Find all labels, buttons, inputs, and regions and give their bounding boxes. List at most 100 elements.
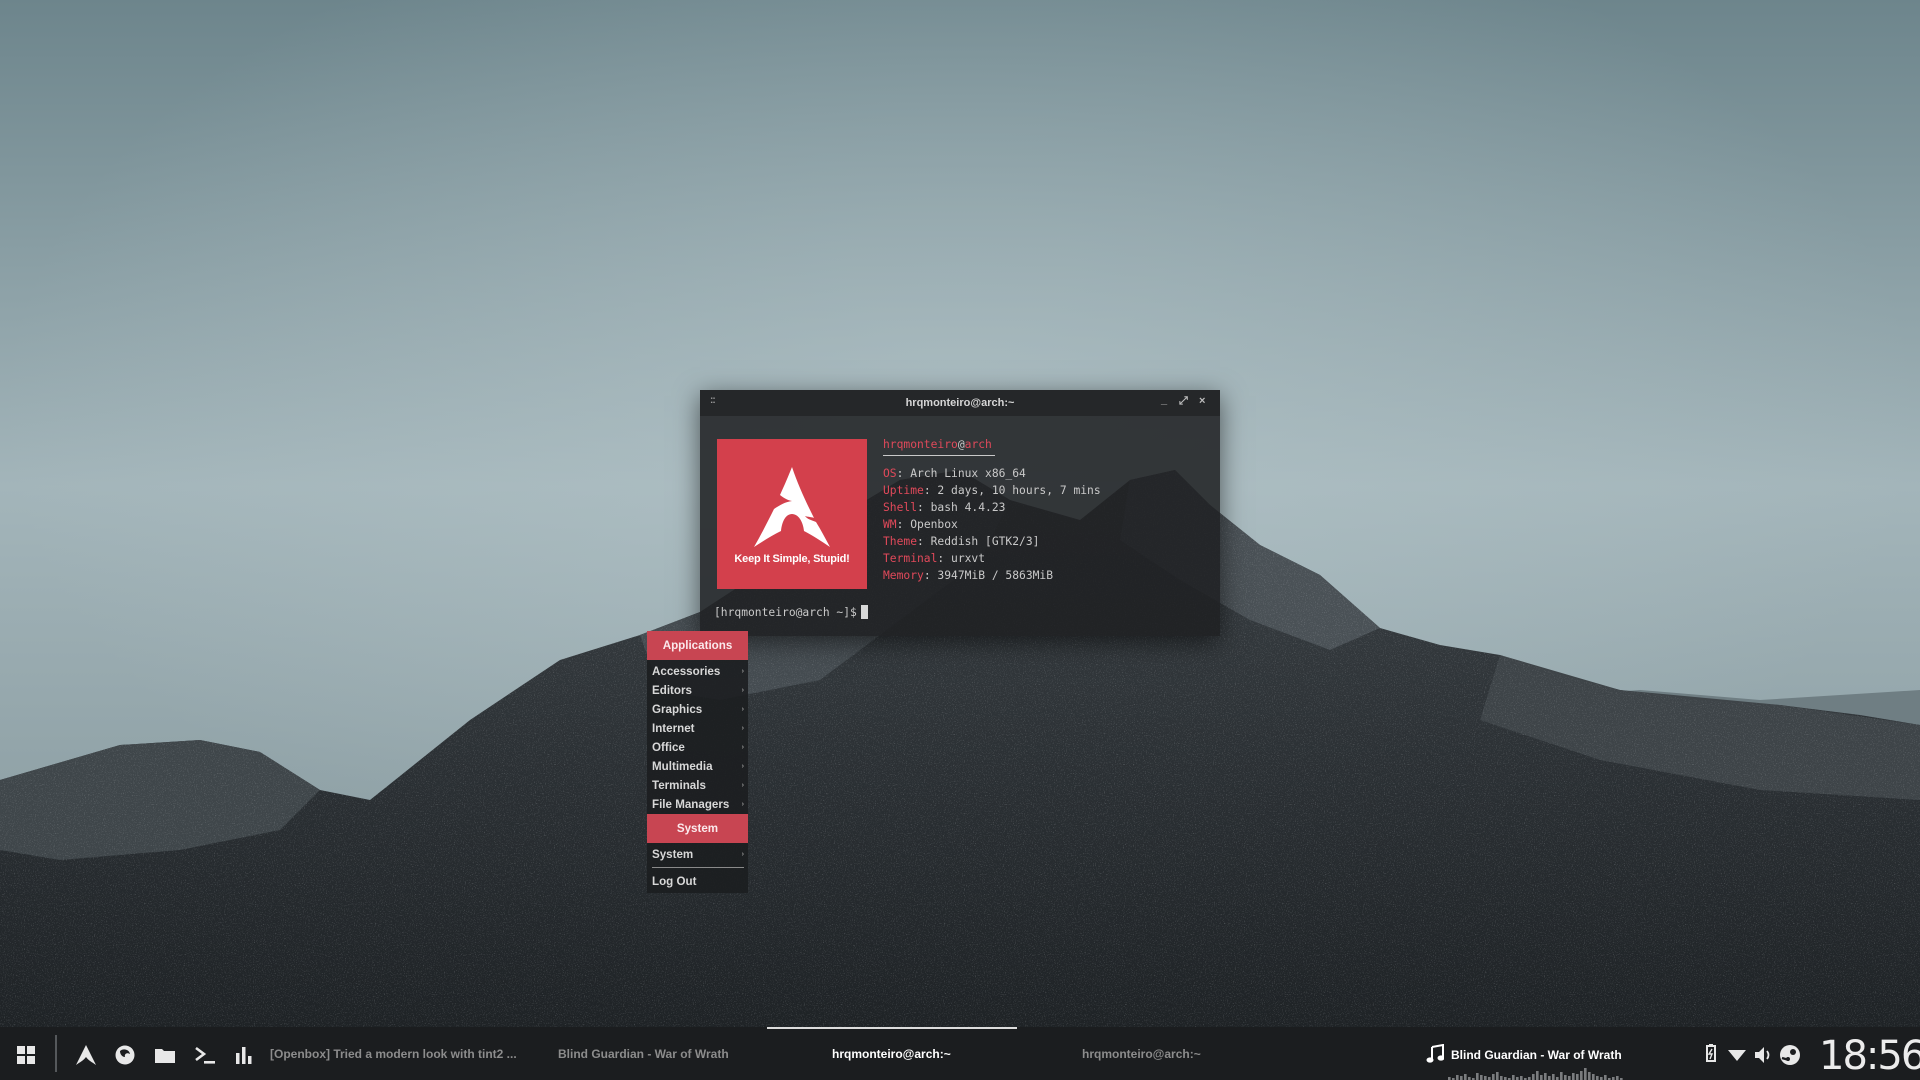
info-row-memory: Memory: 3947MiB / 5863MiB (883, 567, 1101, 584)
menu-item-log-out[interactable]: Log Out (652, 872, 748, 891)
visualizer-bar (1572, 1073, 1575, 1080)
info-value: : Reddish [GTK2/3] (917, 535, 1040, 548)
menu-item-label: Office (652, 741, 685, 754)
visualizer-bar (1456, 1075, 1459, 1080)
music-note-icon (1426, 1044, 1444, 1063)
info-value: : bash 4.4.23 (917, 501, 1006, 514)
submenu-arrow-icon: › (741, 706, 744, 713)
folder-icon[interactable] (154, 1044, 176, 1066)
submenu-arrow-icon: › (741, 763, 744, 770)
menu-item-office[interactable]: Office › (652, 738, 748, 757)
submenu-arrow-icon: › (741, 668, 744, 675)
menu-item-label: Editors (652, 684, 692, 697)
now-playing-label[interactable]: Blind Guardian - War of Wrath (1451, 1048, 1622, 1062)
menu-item-editors[interactable]: Editors › (652, 681, 748, 700)
visualizer-bar (1604, 1075, 1607, 1080)
visualizer-bar (1476, 1073, 1479, 1080)
arch-logo-icon (754, 467, 830, 547)
info-row-shell: Shell: bash 4.4.23 (883, 499, 1101, 516)
submenu-arrow-icon: › (741, 725, 744, 732)
task-reddit-post[interactable]: [Openbox] Tried a modern look with tint2… (270, 1047, 517, 1061)
visualizer-bar (1520, 1076, 1523, 1080)
submenu-arrow-icon: › (741, 851, 744, 858)
logo-slogan: Keep It Simple, Stupid! (734, 553, 850, 565)
window-title: hrqmonteiro@arch:~ (905, 397, 1015, 409)
menu-item-accessories[interactable]: Accessories › (652, 662, 748, 681)
visualizer-bar (1580, 1071, 1583, 1080)
volume-icon[interactable] (1753, 1044, 1773, 1066)
info-row-wm: WM: Openbox (883, 516, 1101, 533)
info-row-theme: Theme: Reddish [GTK2/3] (883, 533, 1101, 550)
menu-item-system[interactable]: System › (652, 845, 748, 864)
visualizer-bar (1564, 1075, 1567, 1080)
visualizer-bar (1544, 1073, 1547, 1080)
menu-item-label: System (652, 848, 694, 861)
menu-item-label: File Managers (652, 798, 730, 811)
menu-header-system: System (647, 814, 748, 843)
battery-icon[interactable] (1703, 1043, 1719, 1065)
submenu-arrow-icon: › (741, 801, 744, 808)
visualizer-bar (1616, 1076, 1619, 1080)
info-key: Shell (883, 501, 918, 514)
visualizer-bar (1492, 1074, 1495, 1080)
visualizer-bar (1588, 1072, 1591, 1080)
terminal-icon[interactable] (194, 1044, 216, 1066)
task-terminal[interactable]: hrqmonteiro@arch:~ (1082, 1047, 1201, 1061)
stats-icon[interactable] (233, 1044, 255, 1066)
steam-icon[interactable] (1779, 1044, 1801, 1066)
apps-grid-icon[interactable] (15, 1044, 37, 1066)
info-key: Theme (883, 535, 918, 548)
visualizer-bar (1532, 1074, 1535, 1080)
terminal-window[interactable]: :: hrqmonteiro@arch:~ _ ⤢ × Keep It Simp… (700, 390, 1220, 636)
task-music-player[interactable]: Blind Guardian - War of Wrath (558, 1047, 729, 1061)
visualizer-bar (1576, 1074, 1579, 1080)
menu-item-terminals[interactable]: Terminals › (652, 776, 748, 795)
divider (883, 455, 995, 456)
menu-item-label: Internet (652, 722, 695, 735)
visualizer-bar (1568, 1076, 1571, 1080)
username: hrqmonteiro (883, 438, 958, 451)
user-host-line: hrqmonteiro@arch (883, 436, 1101, 453)
visualizer-bar (1460, 1076, 1463, 1080)
visualizer-bar (1480, 1075, 1483, 1080)
visualizer-bar (1500, 1076, 1503, 1080)
task-terminal-active[interactable]: hrqmonteiro@arch:~ (832, 1047, 951, 1061)
minimize-button[interactable]: _ (1161, 394, 1167, 406)
arch-logo-image: Keep It Simple, Stupid! (717, 439, 867, 589)
menu-item-label: Accessories (652, 665, 721, 678)
info-key: OS (883, 467, 897, 480)
info-key: Memory (883, 569, 924, 582)
visualizer-bar (1560, 1072, 1563, 1080)
prompt-text: [hrqmonteiro@arch ~]$ (714, 606, 857, 619)
firefox-icon[interactable] (114, 1044, 136, 1066)
openbox-root-menu[interactable]: Applications Accessories › Editors › Graph… (647, 631, 748, 893)
menu-header-applications: Applications (647, 631, 748, 660)
info-value: : 3947MiB / 5863MiB (923, 569, 1054, 582)
visualizer-bar (1548, 1076, 1551, 1080)
menu-item-graphics[interactable]: Graphics › (652, 700, 748, 719)
menu-item-file-managers[interactable]: File Managers › (652, 795, 748, 814)
visualizer-bar (1552, 1074, 1555, 1080)
menu-item-multimedia[interactable]: Multimedia › (652, 757, 748, 776)
visualizer-bar (1592, 1074, 1595, 1080)
at-sign: @ (957, 438, 965, 451)
wifi-icon[interactable] (1727, 1044, 1747, 1066)
visualizer-bar (1484, 1076, 1487, 1080)
close-button[interactable]: × (1199, 395, 1205, 407)
info-key: WM (883, 518, 897, 531)
submenu-arrow-icon: › (741, 744, 744, 751)
info-value: : urxvt (937, 552, 986, 565)
shell-prompt[interactable]: [hrqmonteiro@arch ~]$ (714, 605, 868, 619)
visualizer-bar (1512, 1075, 1515, 1080)
menu-item-internet[interactable]: Internet › (652, 719, 748, 738)
active-task-indicator (767, 1027, 1017, 1029)
info-row-terminal: Terminal: urxvt (883, 550, 1101, 567)
clock[interactable]: 18:56 (1819, 1033, 1920, 1079)
taskbar-divider (55, 1035, 57, 1072)
visualizer-bar (1464, 1074, 1467, 1080)
terminal-titlebar[interactable]: :: hrqmonteiro@arch:~ _ ⤢ × (700, 390, 1220, 416)
arch-logo-icon[interactable] (75, 1044, 97, 1066)
visualizer-bar (1536, 1071, 1539, 1080)
visualizer-bar (1496, 1072, 1499, 1080)
maximize-button[interactable]: ⤢ (1179, 395, 1188, 408)
